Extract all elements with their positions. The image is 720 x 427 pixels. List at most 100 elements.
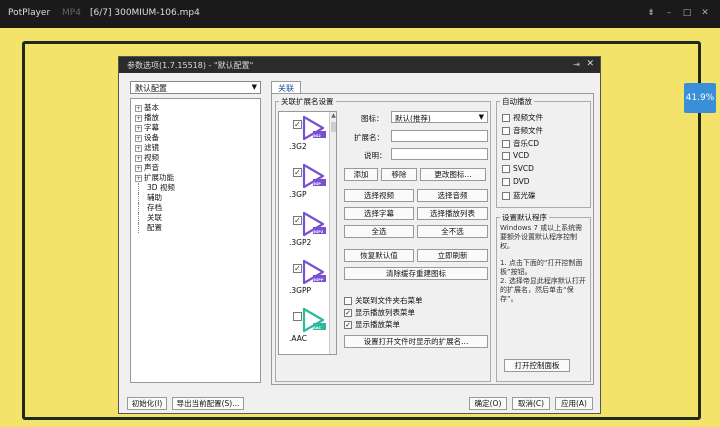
autoplay-option[interactable]: 蓝光碟 (502, 190, 536, 201)
expand-icon[interactable]: + (135, 114, 142, 122)
option-checkbox[interactable] (344, 296, 352, 305)
autoplay-option[interactable]: DVD (502, 177, 530, 186)
select-none-button[interactable]: 全不选 (417, 225, 488, 238)
tree-item-label: 设备 (144, 133, 159, 142)
maximize-icon[interactable]: □ (680, 6, 694, 20)
icon-label: 图标： (361, 114, 384, 123)
tree-item-label: 存档 (147, 203, 162, 212)
pin-icon[interactable]: ⇟ (644, 6, 658, 20)
assoc-option[interactable]: ✓ 显示播放菜单 (344, 319, 400, 330)
autoplay-option-label: 视频文件 (513, 113, 543, 122)
autoplay-checkbox[interactable] (502, 177, 510, 186)
set-ext-on-open-button[interactable]: 设置打开文件时显示的扩展名... (344, 335, 488, 348)
extension-item[interactable]: AAC .AAC (279, 304, 329, 354)
preset-select[interactable]: 默认配置 ▼ (130, 81, 261, 94)
tree-item[interactable]: + 声音 (135, 163, 256, 173)
window-controls: ⇟ – □ ✕ (644, 6, 712, 20)
cancel-button[interactable]: 取消(C) (512, 397, 550, 410)
tab-bar: 关联 (271, 81, 301, 94)
select-all-button[interactable]: 全选 (344, 225, 414, 238)
extension-item[interactable]: ✓ 3GP2.3GP2 (279, 208, 329, 260)
desc-input[interactable] (391, 148, 488, 160)
tree-item[interactable]: + 基本 (135, 103, 256, 113)
expand-icon[interactable]: + (135, 104, 142, 112)
autoplay-option[interactable]: 音频文件 (502, 125, 543, 136)
expand-icon[interactable]: + (135, 144, 142, 152)
autoplay-option-label: DVD (513, 177, 530, 186)
extension-list[interactable]: ✓ 3G2.3G2 ✓ 3GP .3GP ✓ 3GP2.3GP2 ✓ 3GPP .3GPP AAC.… (278, 111, 337, 355)
remove-button[interactable]: 移除 (381, 168, 417, 181)
select-subtitle-button[interactable]: 选择字幕 (344, 207, 414, 220)
scroll-up-icon[interactable]: ▲ (330, 112, 336, 120)
extension-item[interactable]: ✓ 3GPP .3GPP (279, 256, 329, 308)
assoc-option[interactable]: 关联到文件夹右菜单 (344, 295, 423, 306)
close-icon[interactable]: ✕ (586, 59, 594, 69)
settings-tree: + 基本 + 播放 + 字幕 + 设备 + 滤镜 + 视频 + 声音 + 扩展功能 3D 视频 辅助 存档 关联 配置 (130, 98, 261, 383)
extension-badge: 3GP (313, 182, 321, 186)
restore-default-button[interactable]: 恢复默认值 (344, 249, 414, 262)
tree-item[interactable]: 关联 (135, 213, 256, 223)
autoplay-checkbox[interactable] (502, 164, 510, 173)
export-config-button[interactable]: 导出当前配置(S)... (172, 397, 244, 410)
add-button[interactable]: 添加 (344, 168, 378, 181)
extension-list-scrollbar[interactable]: ▲ (329, 112, 336, 354)
open-control-panel-button[interactable]: 打开控制面板 (504, 359, 570, 372)
dialog-button-bar: 初始化(I) 导出当前配置(S)... 确定(O) 取消(C) 应用(A) (119, 397, 600, 413)
refresh-now-button[interactable]: 立即刷新 (417, 249, 488, 262)
expand-icon[interactable]: + (135, 174, 142, 182)
expand-icon[interactable]: + (135, 154, 142, 162)
autoplay-option-label: 音频文件 (513, 126, 543, 135)
tree-item-label: 扩展功能 (144, 173, 174, 182)
ext-input[interactable] (391, 130, 488, 142)
autoplay-option-label: 音乐CD (513, 139, 540, 148)
autoplay-option[interactable]: 视频文件 (502, 112, 543, 123)
tree-item[interactable]: 存档 (135, 203, 256, 213)
tree-item[interactable]: + 视频 (135, 153, 256, 163)
tree-item[interactable]: + 扩展功能 (135, 173, 256, 183)
default-program-text: Windows 7 或以上系统需要额外设置默认程序控制权。 1. 点击下面的“打… (500, 224, 588, 304)
tree-item[interactable]: + 滤镜 (135, 143, 256, 153)
close-icon[interactable]: ✕ (698, 6, 712, 20)
expand-icon[interactable]: + (135, 164, 142, 172)
extension-item[interactable] (279, 352, 329, 354)
select-playlist-button[interactable]: 选择播放列表 (417, 207, 488, 220)
ok-button[interactable]: 确定(O) (469, 397, 507, 410)
tree-item[interactable]: + 字幕 (135, 123, 256, 133)
tree-item[interactable]: 辅助 (135, 193, 256, 203)
app-name[interactable]: PotPlayer (8, 8, 50, 18)
option-checkbox[interactable]: ✓ (344, 320, 352, 329)
scroll-thumb[interactable] (331, 122, 336, 132)
select-audio-button[interactable]: 选择音频 (417, 189, 488, 202)
tree-item[interactable]: + 设备 (135, 133, 256, 143)
autoplay-option[interactable]: VCD (502, 151, 529, 160)
option-checkbox[interactable]: ✓ (344, 308, 352, 317)
select-video-button[interactable]: 选择视频 (344, 189, 414, 202)
autoplay-option[interactable]: SVCD (502, 164, 534, 173)
autoplay-checkbox[interactable] (502, 191, 510, 200)
dialog-titlebar: 参数选项(1.7.15518) - "默认配置" ⇥ ✕ (119, 57, 600, 73)
apply-button[interactable]: 应用(A) (555, 397, 593, 410)
expand-icon[interactable]: + (135, 134, 142, 142)
autoplay-checkbox[interactable] (502, 151, 510, 160)
chevron-down-icon: ▼ (251, 83, 257, 91)
change-icon-button[interactable]: 更改图标... (420, 168, 486, 181)
extension-item[interactable]: ✓ 3G2.3G2 (279, 112, 329, 164)
expand-icon[interactable]: + (135, 124, 142, 132)
assoc-option[interactable]: ✓ 显示播放列表菜单 (344, 307, 415, 318)
tree-item[interactable]: 3D 视频 (135, 183, 256, 193)
tree-item[interactable]: 配置 (135, 223, 256, 233)
pin-icon[interactable]: ⇥ (573, 60, 580, 69)
minimize-icon[interactable]: – (662, 6, 676, 20)
autoplay-label: 自动播放 (502, 97, 532, 106)
tree-item[interactable]: + 播放 (135, 113, 256, 123)
clear-cache-button[interactable]: 清除缓存重建图标 (344, 267, 488, 280)
tree-item-label: 基本 (144, 103, 159, 112)
autoplay-checkbox[interactable] (502, 139, 510, 148)
icon-select[interactable]: 默认(推荐) ▼ (391, 111, 488, 123)
file-format: MP4 (62, 8, 81, 18)
autoplay-checkbox[interactable] (502, 126, 510, 135)
autoplay-option[interactable]: 音乐CD (502, 138, 539, 149)
autoplay-checkbox[interactable] (502, 113, 510, 122)
init-button[interactable]: 初始化(I) (127, 397, 167, 410)
extension-item[interactable]: ✓ 3GP .3GP (279, 160, 329, 212)
